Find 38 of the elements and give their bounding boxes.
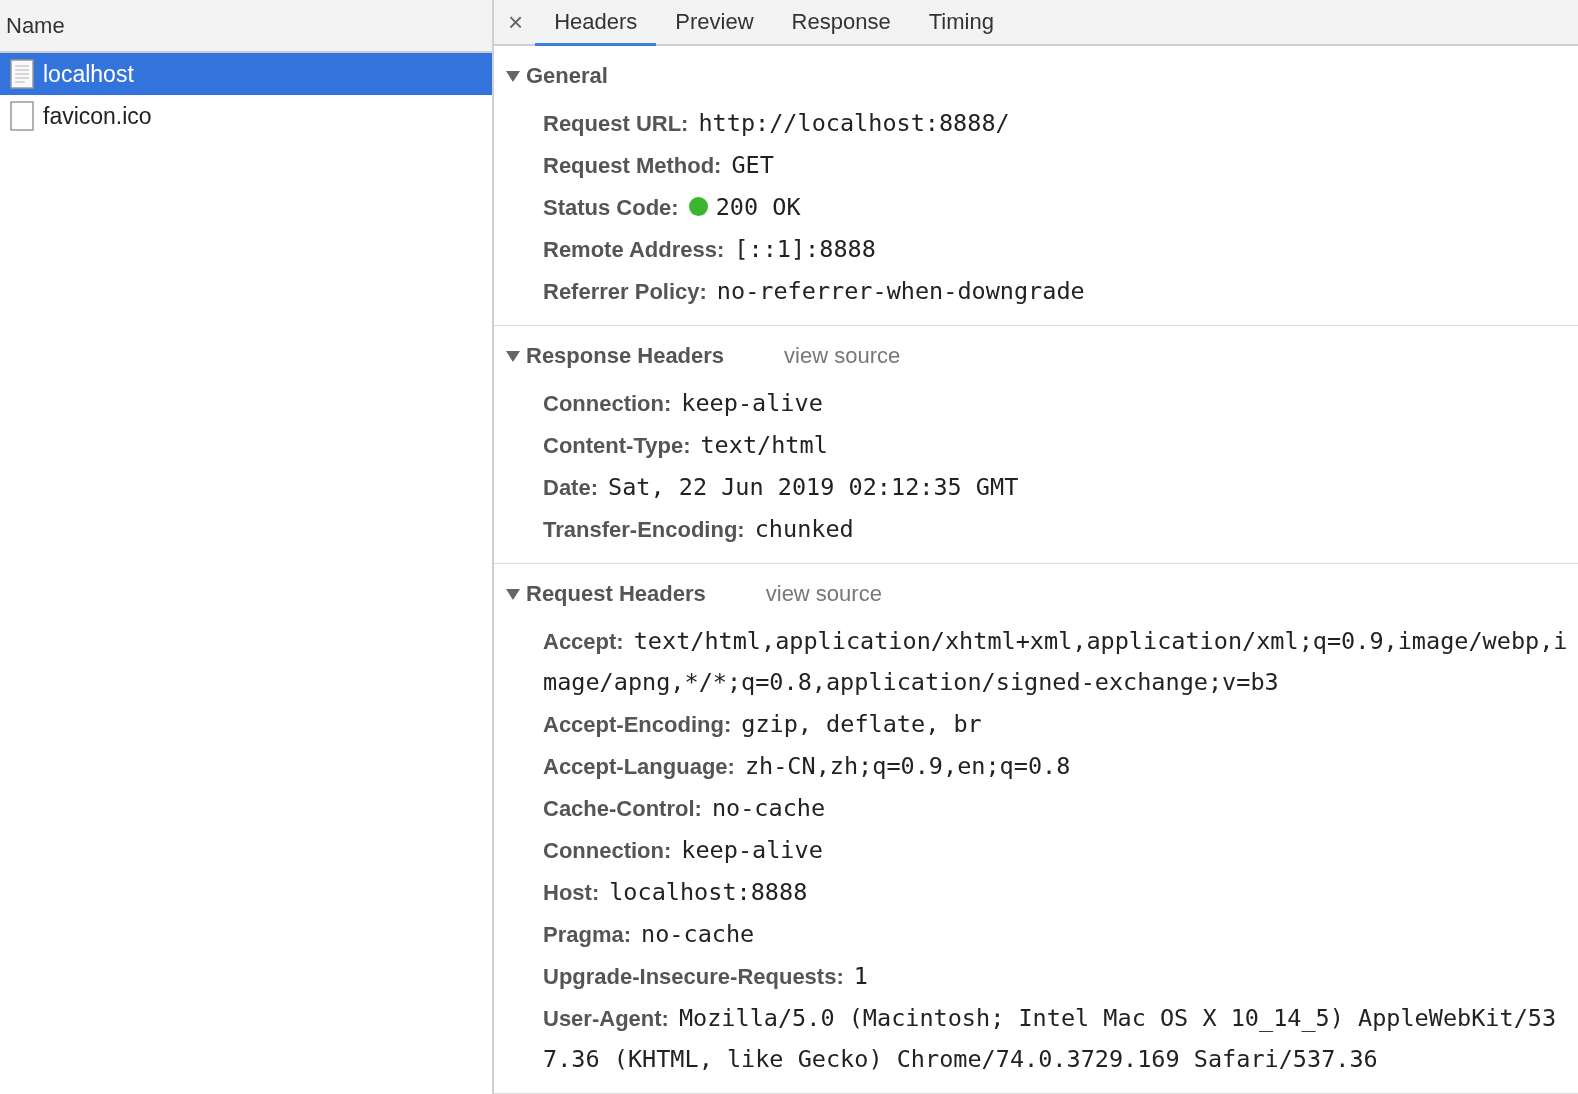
header-line: Host: localhost:8888 (543, 877, 809, 908)
file-icon (10, 101, 34, 131)
request-name: localhost (43, 60, 134, 88)
request-name: favicon.ico (43, 102, 152, 130)
collapse-triangle-icon[interactable] (506, 350, 520, 362)
header-line: Accept-Encoding: gzip, deflate, br (543, 709, 983, 740)
close-button[interactable]: × (508, 0, 536, 44)
collapse-triangle-icon[interactable] (506, 70, 520, 82)
header-line: Request URL: http://localhost:8888/ (543, 108, 1011, 139)
header-line: User-Agent: Mozilla/5.0 (Macintosh; Intel Mac OS X 10_14_5) AppleWebKit/537.36 (KHTML, like Gecko) Chrome/74.0.3729.169 Safari/537.36 (543, 1003, 1558, 1075)
header-line: Connection: keep-alive (543, 835, 824, 866)
header-line: Content-Type: text/html (543, 430, 829, 461)
tab[interactable]: Headers (535, 0, 657, 46)
header-name: Status Code: (543, 195, 679, 220)
header-line: Cache-Control: no-cache (543, 793, 827, 824)
header-line: Accept-Language: zh-CN,zh;q=0.9,en;q=0.8 (543, 751, 1072, 782)
tab[interactable]: Timing (909, 0, 1013, 46)
header-line: Date: Sat, 22 Jun 2019 02:12:35 GMT (543, 472, 1020, 503)
document-icon (10, 59, 34, 89)
request-item[interactable]: favicon.ico (0, 95, 492, 137)
section-title[interactable]: Request Headers (526, 581, 706, 607)
tab[interactable]: Preview (656, 0, 773, 46)
view-source-link[interactable]: view source (765, 581, 882, 607)
header-line: Connection: keep-alive (543, 388, 824, 419)
view-source-link[interactable]: view source (784, 343, 901, 369)
header-line: Transfer-Encoding: chunked (543, 514, 855, 545)
header-line: Request Method: GET (543, 150, 775, 181)
request-item[interactable]: localhost (0, 53, 492, 95)
collapse-triangle-icon[interactable] (506, 588, 520, 600)
header-line: Remote Address: [::1]:8888 (543, 234, 877, 265)
section-title[interactable]: Response Headers (526, 343, 725, 369)
section-title[interactable]: General (526, 63, 608, 89)
header-line: Referrer Policy: no-referrer-when-downgrade (543, 276, 1086, 307)
tab[interactable]: Response (772, 0, 910, 46)
header-line: Upgrade-Insecure-Requests: 1 (543, 961, 869, 992)
column-header[interactable]: Name (0, 0, 492, 53)
header-value: 200 OK (715, 193, 801, 221)
header-line: Pragma: no-cache (543, 919, 756, 950)
